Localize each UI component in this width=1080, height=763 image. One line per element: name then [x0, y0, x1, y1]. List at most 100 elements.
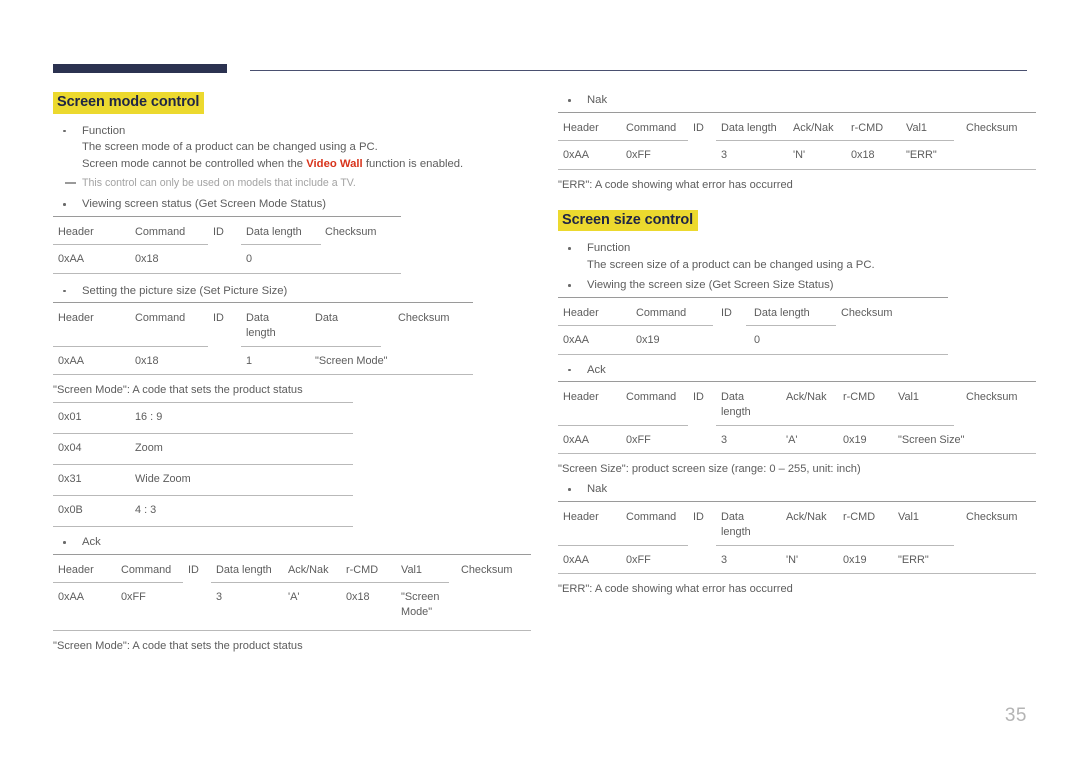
- td-ack-nak: 'N': [793, 148, 806, 161]
- header-thin-line: [250, 70, 1027, 71]
- bullet-nak-top: Nak: [558, 92, 1040, 109]
- code-value: 0x0B: [58, 504, 83, 517]
- th-data: Data: [315, 312, 339, 325]
- table-bottom-rule: [558, 572, 1036, 574]
- code-label: 16 : 9: [135, 411, 163, 424]
- td-header: 0xAA: [563, 434, 590, 447]
- table-bottom-rule: [558, 353, 948, 355]
- th-id: ID: [213, 225, 224, 238]
- th-data-length: Data length: [216, 563, 272, 576]
- table-set-picture-size: Header Command ID Data length Data Check…: [53, 302, 535, 376]
- td-header: 0xAA: [58, 590, 85, 603]
- th-header: Header: [58, 563, 94, 576]
- td-r-cmd: 0x18: [346, 590, 370, 603]
- bullet-ack: Ack: [53, 534, 535, 551]
- caption-err-top: "ERR": A code showing what error has occ…: [558, 178, 793, 191]
- th-ack-nak: Ack/Nak: [786, 391, 827, 404]
- td-data-length: 0: [754, 333, 761, 346]
- th-command: Command: [135, 312, 186, 325]
- td-command: 0xFF: [626, 553, 651, 566]
- table-mid-rule-b: [241, 346, 381, 348]
- video-wall-emphasis: Video Wall: [306, 157, 363, 170]
- table-top-rule: [558, 111, 1036, 113]
- code-value: 0x31: [58, 473, 82, 486]
- th-r-cmd: r-CMD: [346, 563, 379, 576]
- function-label: Function: [587, 242, 631, 255]
- td-header: 0xAA: [58, 252, 85, 265]
- td-val1: "Screen Mode": [401, 590, 440, 618]
- td-data-length: 3: [216, 590, 223, 603]
- td-command: 0xFF: [626, 434, 651, 447]
- bullet-set-picture-size: Setting the picture size (Set Picture Si…: [53, 283, 535, 300]
- th-id: ID: [693, 510, 704, 523]
- th-id: ID: [188, 563, 199, 576]
- td-command: 0x18: [135, 252, 159, 265]
- td-val1: "ERR": [898, 553, 929, 566]
- table-top-rule: [53, 215, 401, 217]
- th-val1: Val1: [898, 391, 919, 404]
- td-command: 0xFF: [121, 590, 146, 603]
- td-header: 0xAA: [563, 333, 590, 346]
- table-row: 0x04 Zoom: [53, 433, 353, 464]
- table-top-rule: [558, 296, 948, 298]
- screen-mode-heading-wrap: Screen mode control: [53, 92, 535, 114]
- th-header: Header: [58, 312, 94, 325]
- td-ack-nak: 'A': [288, 590, 300, 603]
- th-id: ID: [693, 121, 704, 134]
- td-header: 0xAA: [563, 553, 590, 566]
- table-mid-rule-a: [53, 243, 208, 245]
- th-data-length: Data length: [721, 510, 751, 538]
- table-mid-rule-b: [241, 243, 321, 245]
- th-data-length: Data length: [246, 312, 276, 340]
- th-val1: Val1: [906, 121, 927, 134]
- table-ack-screen-size: Header Command ID Data length Ack/Nak r-…: [558, 381, 1040, 455]
- th-ack-nak: Ack/Nak: [288, 563, 329, 576]
- th-data-length: Data length: [721, 121, 777, 134]
- bullet-get-screen-mode-status: Viewing screen status (Get Screen Mode S…: [53, 196, 535, 213]
- tv-models-note: This control can only be used on models …: [53, 175, 535, 191]
- bullet-function: Function The screen mode of a product ca…: [53, 123, 535, 173]
- th-r-cmd: r-CMD: [851, 121, 884, 134]
- td-header: 0xAA: [563, 148, 590, 161]
- td-data-length: 0: [246, 252, 253, 265]
- caption-err-bottom: "ERR": A code showing what error has occ…: [558, 582, 793, 595]
- th-command: Command: [121, 563, 172, 576]
- th-data-length: Data length: [754, 306, 810, 319]
- function-line-2-pre: Screen mode cannot be controlled when th…: [82, 157, 307, 170]
- th-val1: Val1: [898, 510, 919, 523]
- th-ack-nak: Ack/Nak: [786, 510, 827, 523]
- function-line-1: The screen mode of a product can be chan…: [82, 141, 378, 154]
- table-bottom-rule: [558, 453, 1036, 455]
- table-mid-rule-b: [746, 324, 836, 326]
- table-top-rule: [558, 500, 1036, 502]
- th-val1: Val1: [401, 563, 422, 576]
- th-checksum: Checksum: [966, 391, 1018, 404]
- bullet-ack: Ack: [558, 362, 1040, 379]
- bullet-nak-bottom: Nak: [558, 481, 1040, 498]
- caption-screen-mode-code: "Screen Mode": A code that sets the prod…: [53, 384, 303, 397]
- bullet-get-screen-size-status: Viewing the screen size (Get Screen Size…: [558, 277, 1040, 294]
- td-r-cmd: 0x19: [843, 553, 867, 566]
- table-mid-rule-a: [558, 139, 688, 141]
- th-checksum: Checksum: [461, 563, 513, 576]
- th-checksum: Checksum: [398, 312, 450, 325]
- function-line-2: Screen mode cannot be controlled when th…: [82, 156, 535, 173]
- th-id: ID: [213, 312, 224, 325]
- td-command: 0x19: [636, 333, 660, 346]
- table-nak-screen-size: Header Command ID Data length Ack/Nak r-…: [558, 500, 1040, 574]
- th-r-cmd: r-CMD: [843, 510, 876, 523]
- table-bottom-rule: [53, 629, 531, 631]
- th-header: Header: [58, 225, 94, 238]
- td-command: 0xFF: [626, 148, 651, 161]
- table-mid-rule-b: [716, 544, 954, 546]
- td-data: "Screen Mode": [315, 355, 388, 368]
- code-value: 0x04: [58, 442, 82, 455]
- td-val1: "ERR": [906, 148, 937, 161]
- table-top-rule: [53, 302, 473, 304]
- function-line-1: The screen size of a product can be chan…: [587, 258, 875, 271]
- th-id: ID: [693, 391, 704, 404]
- th-command: Command: [626, 391, 677, 404]
- table-mid-rule-a: [53, 581, 183, 583]
- th-data-length: Data length: [246, 225, 302, 238]
- th-checksum: Checksum: [325, 225, 377, 238]
